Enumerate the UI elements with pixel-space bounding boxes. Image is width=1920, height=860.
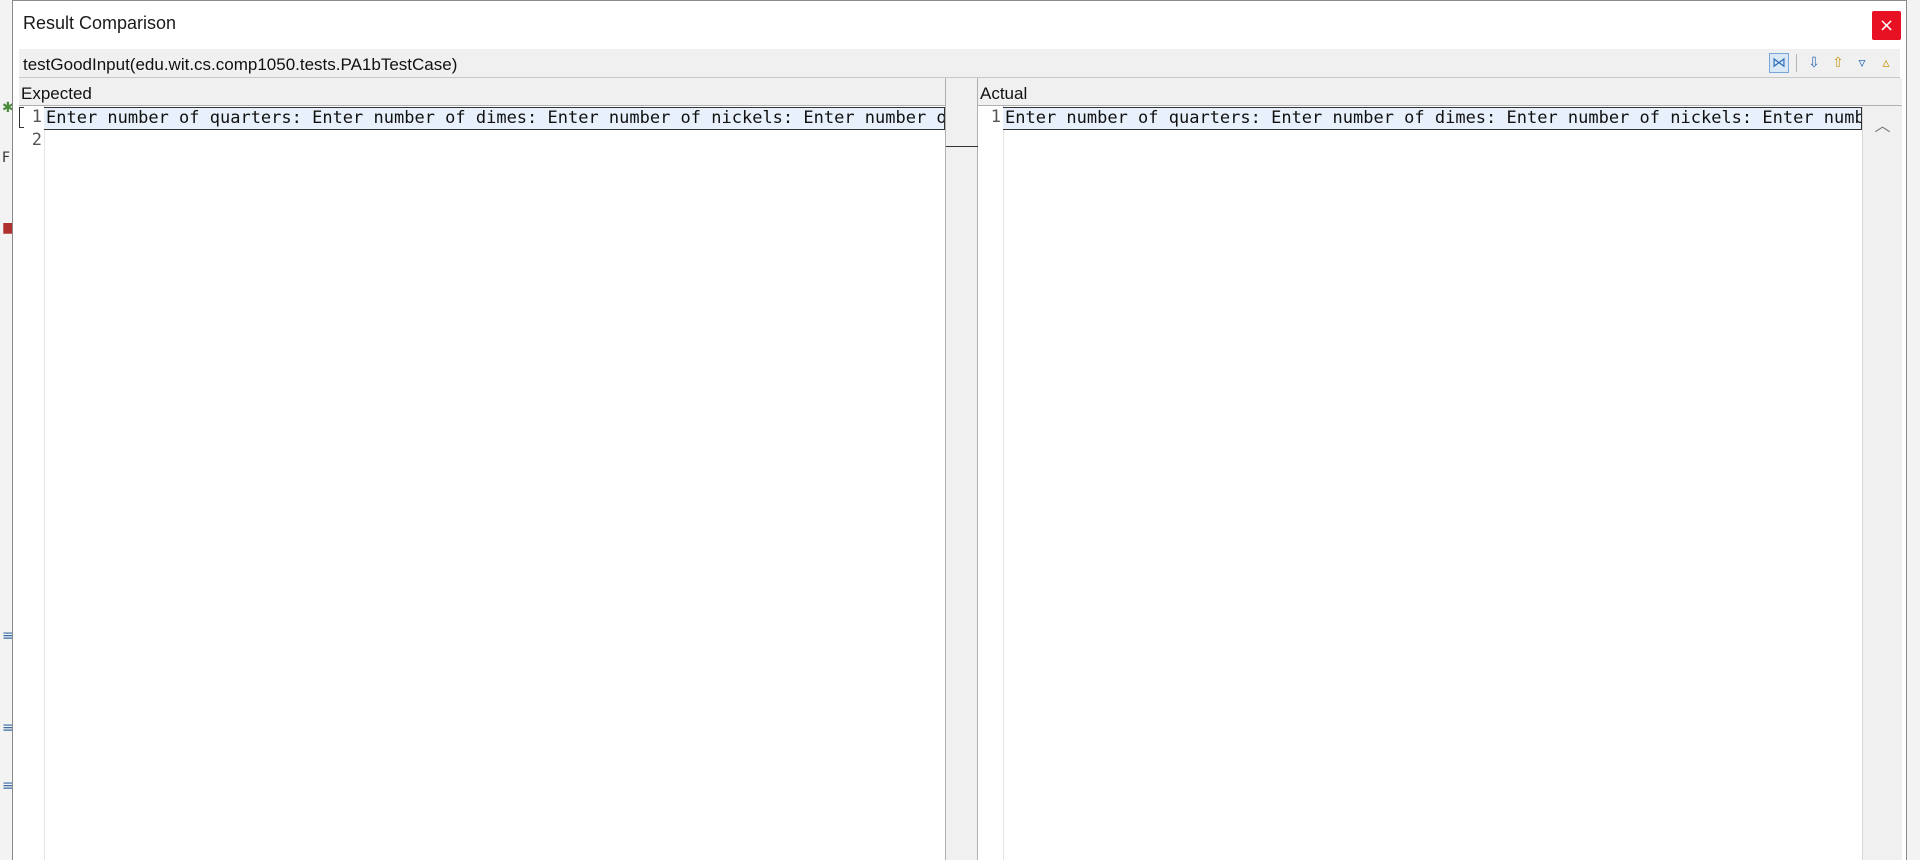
previous-difference-button[interactable]: ⇧ [1828, 53, 1848, 73]
compare-toolbar: ⋈ ⇩ ⇧ ▿ ▵ [1769, 52, 1896, 74]
next-change-icon: ▿ [1858, 55, 1866, 71]
comparison-client-area: testGoodInput(edu.wit.cs.comp1050.tests.… [19, 49, 1902, 860]
expected-line-1: Enter number of quarters: Enter number o… [44, 107, 945, 130]
expected-header: Expected [19, 78, 945, 104]
window-title: Result Comparison [23, 13, 177, 33]
diff-connector-gap [945, 78, 979, 860]
line-number: 1 [31, 107, 42, 127]
background-letter: F [2, 150, 11, 166]
vertical-scrollbar[interactable]: ︿ [1862, 106, 1902, 860]
test-name-bar: testGoodInput(edu.wit.cs.comp1050.tests.… [19, 49, 1900, 78]
line-number: 1 [990, 107, 1001, 127]
line-number: 2 [31, 130, 42, 150]
actual-line-gutter: 1 [978, 106, 1004, 860]
diff-connector-line [946, 146, 979, 147]
test-name: testGoodInput(edu.wit.cs.comp1050.tests.… [23, 55, 458, 74]
close-button[interactable]: × [1872, 11, 1901, 40]
expected-pane[interactable]: 1 2 Enter number of quarters: Enter numb… [19, 105, 945, 860]
actual-header: Actual [978, 78, 1902, 104]
compare-toggle-icon: ⋈ [1772, 55, 1786, 71]
background-ide-edge-right [1907, 0, 1920, 860]
result-comparison-dialog: Result Comparison × testGoodInput(edu.wi… [12, 0, 1907, 860]
next-difference-button[interactable]: ⇩ [1804, 53, 1824, 73]
compare-toggle-button[interactable]: ⋈ [1769, 53, 1789, 73]
next-difference-icon: ⇩ [1808, 55, 1820, 71]
previous-difference-icon: ⇧ [1832, 55, 1844, 71]
toolbar-separator [1796, 54, 1797, 72]
actual-line-1: Enter number of quarters: Enter number o… [1003, 107, 1862, 130]
next-change-button[interactable]: ▿ [1852, 53, 1872, 73]
previous-change-button[interactable]: ▵ [1876, 53, 1896, 73]
actual-label: Actual [980, 84, 1028, 103]
expected-line-gutter: 1 2 [19, 106, 45, 860]
diff-marker [19, 107, 24, 128]
previous-change-icon: ▵ [1882, 55, 1890, 71]
title-bar[interactable]: Result Comparison × [13, 1, 1906, 48]
actual-pane[interactable]: 1 Enter number of quarters: Enter number… [978, 105, 1902, 860]
close-icon: × [1878, 15, 1895, 36]
scroll-up-icon[interactable]: ︿ [1863, 112, 1902, 136]
expected-label: Expected [21, 84, 92, 103]
